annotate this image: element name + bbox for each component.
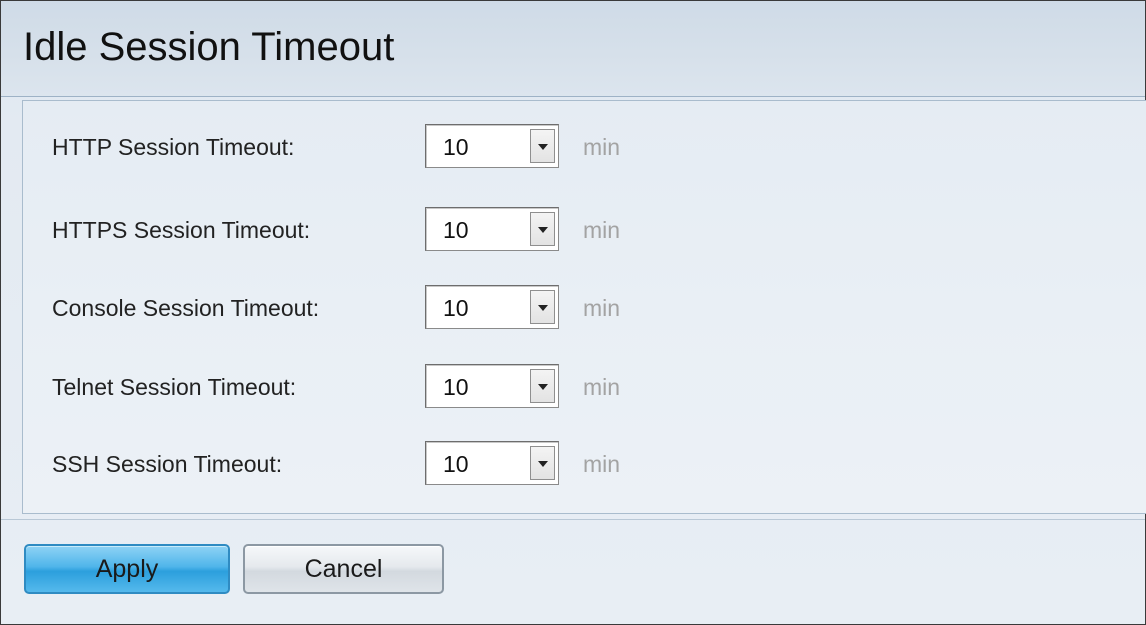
telnet-timeout-value: 10 xyxy=(443,374,469,400)
telnet-timeout-label: Telnet Session Timeout: xyxy=(52,374,297,400)
http-timeout-label: HTTP Session Timeout: xyxy=(52,134,295,160)
https-timeout-select[interactable]: 10 xyxy=(425,207,559,251)
settings-window: Idle Session Timeout HTTP Session Timeou… xyxy=(0,0,1146,625)
https-timeout-row: HTTPS Session Timeout: 10 min xyxy=(52,207,752,253)
console-timeout-value: 10 xyxy=(443,295,469,321)
telnet-timeout-unit: min xyxy=(583,374,621,400)
telnet-timeout-select[interactable]: 10 xyxy=(425,364,559,408)
http-timeout-select[interactable]: 10 xyxy=(425,124,559,168)
chevron-down-icon[interactable] xyxy=(530,129,555,163)
http-timeout-row: HTTP Session Timeout: 10 min xyxy=(52,124,752,170)
https-timeout-value: 10 xyxy=(443,217,469,243)
http-timeout-unit: min xyxy=(583,134,621,160)
ssh-timeout-value: 10 xyxy=(443,451,469,477)
ssh-timeout-label: SSH Session Timeout: xyxy=(52,451,283,477)
chevron-down-icon[interactable] xyxy=(530,369,555,403)
ssh-timeout-select[interactable]: 10 xyxy=(425,441,559,485)
console-timeout-select[interactable]: 10 xyxy=(425,285,559,329)
chevron-down-icon[interactable] xyxy=(530,212,555,246)
page-title: Idle Session Timeout xyxy=(23,25,395,69)
title-bar: Idle Session Timeout xyxy=(1,1,1145,97)
apply-button[interactable]: Apply xyxy=(24,544,230,594)
telnet-timeout-row: Telnet Session Timeout: 10 min xyxy=(52,364,752,410)
divider xyxy=(1,519,1145,520)
http-timeout-value: 10 xyxy=(443,134,469,160)
chevron-down-icon[interactable] xyxy=(530,290,555,324)
ssh-timeout-row: SSH Session Timeout: 10 min xyxy=(52,441,752,487)
console-timeout-unit: min xyxy=(583,295,621,321)
cancel-button[interactable]: Cancel xyxy=(243,544,444,594)
https-timeout-label: HTTPS Session Timeout: xyxy=(52,217,311,243)
console-timeout-label: Console Session Timeout: xyxy=(52,295,320,321)
chevron-down-icon[interactable] xyxy=(530,446,555,480)
console-timeout-row: Console Session Timeout: 10 min xyxy=(52,285,752,331)
ssh-timeout-unit: min xyxy=(583,451,621,477)
https-timeout-unit: min xyxy=(583,217,621,243)
